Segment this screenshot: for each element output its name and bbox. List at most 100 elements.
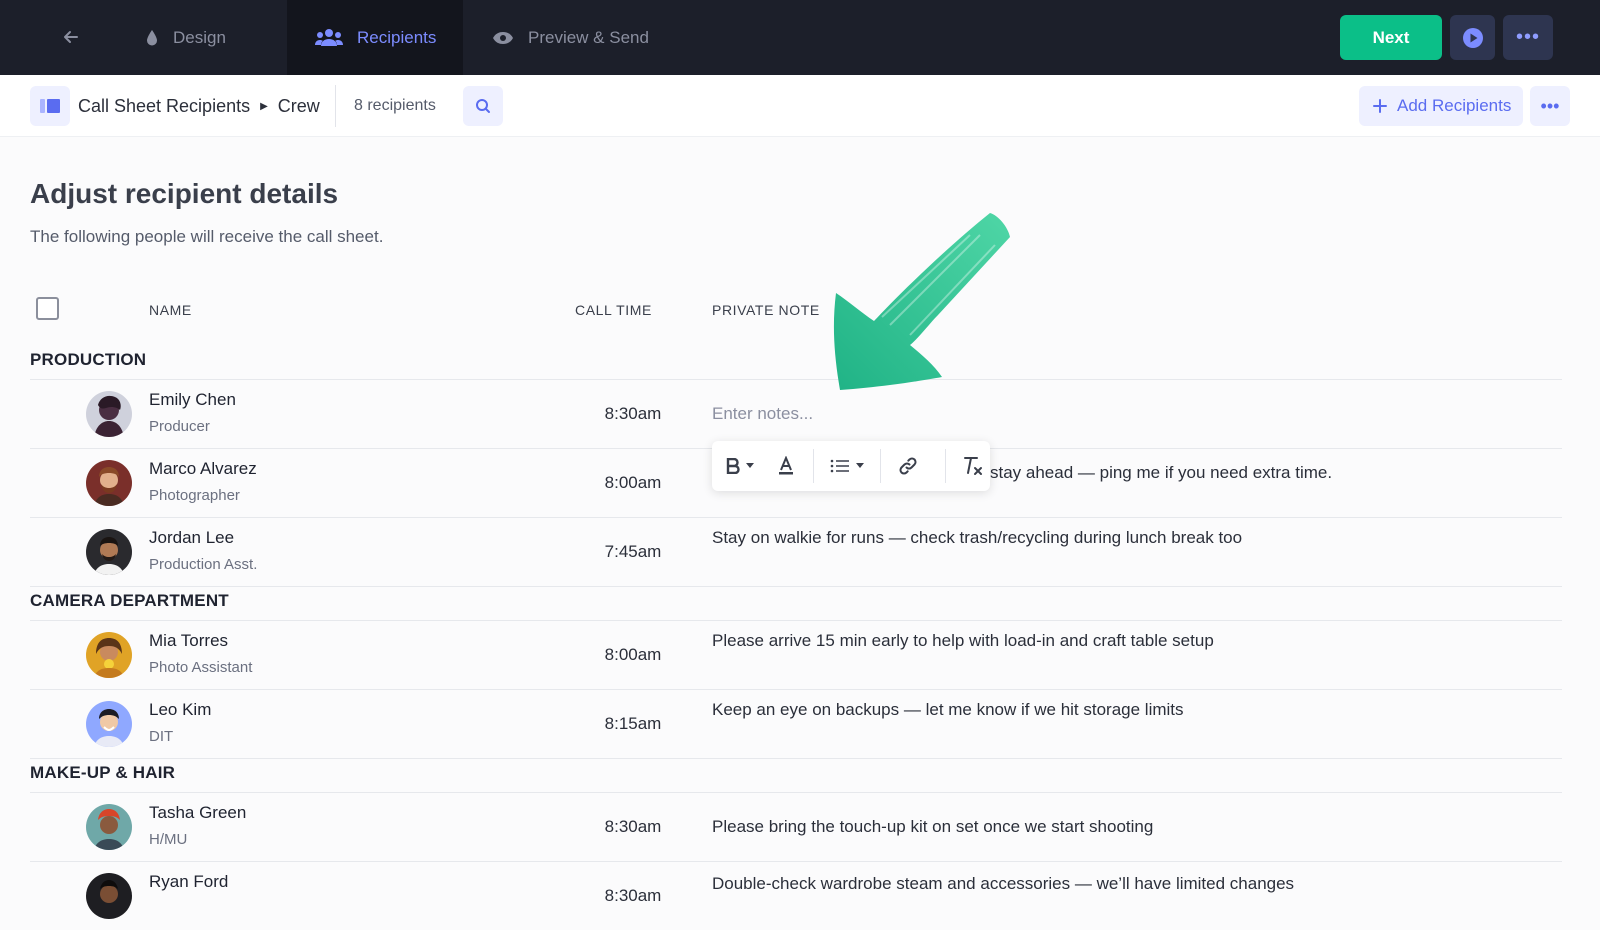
divider <box>30 586 1562 587</box>
recipient-role: DIT <box>149 728 174 745</box>
bold-button[interactable] <box>712 441 769 491</box>
avatar <box>86 873 132 919</box>
call-time[interactable]: 8:30am <box>583 404 683 424</box>
eye-icon <box>493 31 513 44</box>
add-recipients-label: Add Recipients <box>1397 96 1512 115</box>
link-icon <box>899 457 917 475</box>
divider <box>30 758 1562 759</box>
avatar <box>86 804 132 850</box>
annotation-arrow-icon <box>833 213 1010 390</box>
search-icon <box>476 99 490 113</box>
caret-down-icon <box>855 463 864 468</box>
recipients-toolbar: Call Sheet Recipients ▶ Crew 8 recipient… <box>0 75 1600 137</box>
divider <box>944 449 946 483</box>
group-title-makeup-hair: MAKE-UP & HAIR <box>30 763 176 782</box>
search-button[interactable] <box>463 86 503 126</box>
play-circle-icon <box>1462 27 1483 48</box>
recipient-name: Emily Chen <box>149 390 236 409</box>
clear-format-icon <box>963 457 982 475</box>
call-time[interactable]: 7:45am <box>583 542 683 562</box>
recipient-role: Photo Assistant <box>149 659 253 676</box>
call-time[interactable]: 8:15am <box>583 714 683 734</box>
divider <box>879 449 881 483</box>
subbar-more-button[interactable]: ••• <box>1530 86 1570 126</box>
private-note-input[interactable]: Please bring the touch-up kit on set onc… <box>712 817 1153 837</box>
bold-icon <box>727 458 741 474</box>
private-note-input[interactable]: Stay on walkie for runs — check trash/re… <box>712 528 1242 548</box>
users-icon <box>315 28 343 46</box>
divider <box>813 449 815 483</box>
tab-preview-label: Preview & Send <box>528 27 649 47</box>
page-title: Adjust recipient details <box>30 178 339 209</box>
breadcrumb: Call Sheet Recipients ▶ Crew <box>78 75 320 137</box>
private-note-input[interactable]: Keep an eye on backups — let me know if … <box>712 700 1184 720</box>
tab-design[interactable]: Design <box>145 0 226 75</box>
preview-play-button[interactable] <box>1450 15 1495 60</box>
recipient-name: Jordan Lee <box>149 528 235 547</box>
avatar <box>86 701 132 747</box>
table-row[interactable]: Emily Chen Producer 8:30am Enter notes..… <box>30 380 1562 448</box>
private-note-input[interactable]: Please arrive 15 min early to help with … <box>712 631 1214 651</box>
tab-preview-send[interactable]: Preview & Send <box>492 0 649 75</box>
call-time[interactable]: 8:00am <box>583 645 683 665</box>
recipient-role: Production Asst. <box>149 556 258 573</box>
caret-down-icon <box>746 463 755 468</box>
tab-design-label: Design <box>173 27 226 47</box>
avatar <box>86 529 132 575</box>
recipient-role: Photographer <box>149 487 240 504</box>
more-horizontal-icon: ••• <box>1540 95 1560 116</box>
call-time[interactable]: 8:30am <box>583 886 683 906</box>
select-all-checkbox[interactable] <box>36 297 59 320</box>
page-subtitle: The following people will receive the ca… <box>30 227 384 246</box>
private-note-input[interactable]: Enter notes... <box>712 404 813 424</box>
back-button[interactable] <box>56 22 86 52</box>
list-toggle-button[interactable] <box>30 86 70 126</box>
breadcrumb-list-name[interactable]: Call Sheet Recipients <box>78 96 250 117</box>
divider <box>335 85 336 127</box>
more-horizontal-icon: ••• <box>1515 26 1540 48</box>
column-header-name[interactable]: NAME <box>149 302 192 318</box>
avatar <box>86 391 132 437</box>
link-button[interactable] <box>891 441 925 491</box>
private-note-input[interactable]: stay ahead — ping me if you need extra t… <box>990 463 1332 483</box>
column-header-private-note: PRIVATE NOTE <box>712 302 820 318</box>
recipient-name: Ryan Ford <box>149 872 229 891</box>
recipient-role: Producer <box>149 418 210 435</box>
recipient-name: Tasha Green <box>149 803 247 822</box>
droplet-icon <box>147 29 157 45</box>
tab-recipients[interactable]: Recipients <box>287 0 463 75</box>
tab-recipients-label: Recipients <box>357 27 437 47</box>
group-title-production: PRODUCTION <box>30 350 147 369</box>
clear-format-button[interactable] <box>956 441 990 491</box>
top-navigation-bar: Design Recipients Preview & Send Next ••… <box>0 0 1600 75</box>
call-time[interactable]: 8:00am <box>583 473 683 493</box>
arrow-left-icon <box>64 31 78 43</box>
text-color-button[interactable] <box>769 441 803 491</box>
recipient-role: H/MU <box>149 831 188 848</box>
add-recipients-button[interactable]: Add Recipients <box>1359 86 1523 126</box>
recipient-name: Leo Kim <box>149 700 212 719</box>
text-color-icon <box>779 456 794 475</box>
private-note-input[interactable]: Double-check wardrobe steam and accessor… <box>712 874 1294 894</box>
caret-right-icon: ▶ <box>260 100 268 112</box>
table-row[interactable]: Tasha Green H/MU 8:30am Please bring the… <box>30 793 1562 861</box>
group-title-camera-department: CAMERA DEPARTMENT <box>30 591 229 610</box>
avatar <box>86 460 132 506</box>
table-row[interactable]: Leo Kim DIT 8:15am Keep an eye on backup… <box>30 690 1562 758</box>
plus-icon <box>1373 99 1387 113</box>
table-row[interactable]: Jordan Lee Production Asst. 7:45am Stay … <box>30 518 1562 586</box>
column-header-call-time[interactable]: CALL TIME <box>575 302 652 318</box>
top-more-button[interactable]: ••• <box>1503 15 1553 60</box>
avatar <box>86 632 132 678</box>
next-button[interactable]: Next <box>1340 15 1442 60</box>
recipient-count: 8 recipients <box>354 97 436 114</box>
table-row[interactable]: Ryan Ford 8:30am Double-check wardrobe s… <box>30 862 1562 930</box>
table-row[interactable]: Mia Torres Photo Assistant 8:00am Please… <box>30 621 1562 689</box>
recipient-name: Marco Alvarez <box>149 459 257 478</box>
list-icon <box>830 459 849 473</box>
sidebar-panel-icon <box>40 99 60 113</box>
list-button[interactable] <box>824 441 870 491</box>
breadcrumb-group-name[interactable]: Crew <box>278 96 320 117</box>
call-time[interactable]: 8:30am <box>583 817 683 837</box>
recipient-name: Mia Torres <box>149 631 229 650</box>
